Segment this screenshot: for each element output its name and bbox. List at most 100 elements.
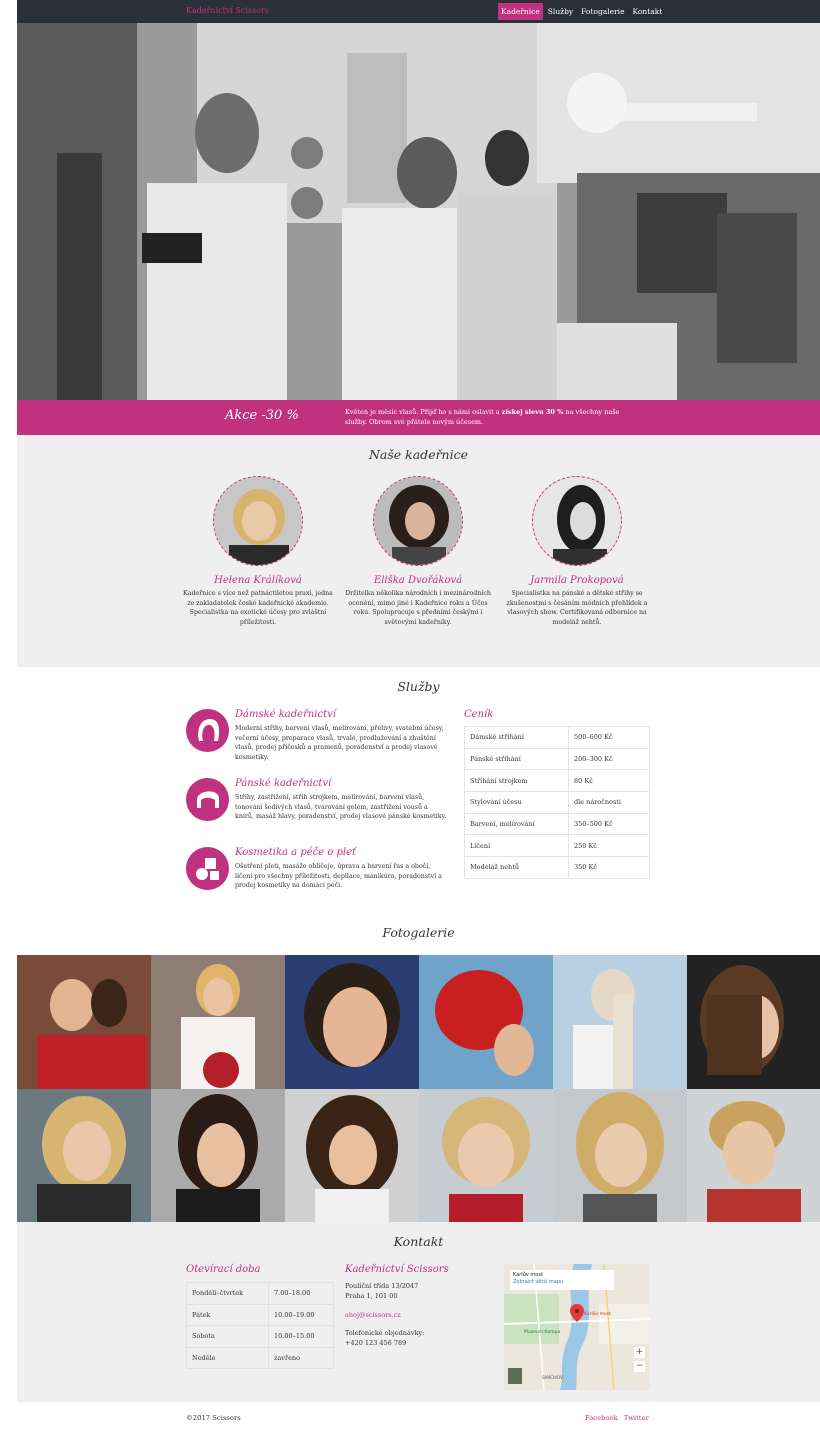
price-row: Líčení 250 Kč [464,834,650,858]
member-photo [373,476,463,566]
hours-row: Pondělí–čtvrtek 7.00–18.00 [186,1282,334,1305]
team-member: Jarmila Prokopová Specialistka na pánské… [502,476,652,627]
gallery-photo[interactable] [17,1089,151,1223]
price-service: Líčení [464,834,569,858]
man-hair-icon [186,778,229,821]
price-service: Modeláž nehtů [464,856,569,879]
team-member: Helena Králíková Kadeřnice s více než pa… [183,476,333,627]
page: Kadeřnictví Scissors Kadeřnice Služby Fo… [17,0,820,1440]
map-label-kampa: Muzeum Kampa [524,1330,561,1335]
gallery-photo[interactable] [687,1089,820,1223]
gallery-photo[interactable] [553,1089,687,1223]
hours-time: zavřeno [268,1346,334,1370]
brand-logo[interactable]: Kadeřnictví Scissors [186,6,269,15]
service-item: Dámské kadeřnictví Moderní střihy, barve… [186,709,448,769]
hours-day: Neděle [186,1346,269,1370]
cosmetics-icon [186,847,229,890]
nav-link-fotogalerie[interactable]: Fotogalerie [578,3,627,20]
hours-day: Pondělí–čtvrtek [186,1282,269,1305]
price-value: 350 Kč [568,856,650,879]
company-name: Kadeřnictví Scissors [345,1264,449,1275]
price-service: Barvení, melírování [464,812,569,836]
member-description: Držitelka několika národních i mezinárod… [345,590,491,626]
footer: ©2017 Scissors Facebook Twitter [17,1402,820,1440]
gallery-photo[interactable] [419,1089,553,1223]
map-marker-label: Karlův most [584,1312,611,1317]
contact-section: Kontakt Otevírací doba Pondělí–čtvrtek 7.… [17,1222,820,1402]
hours-time: 7.00–18.00 [268,1282,334,1305]
twitter-link[interactable]: Twitter [624,1414,649,1422]
phone-number[interactable]: +420 123 456 789 [345,1339,406,1349]
social-links: Facebook Twitter [585,1414,649,1422]
address-street: Poulíční třída 13/2047 [345,1282,419,1290]
price-row: Modeláž nehtů 350 Kč [464,856,650,879]
price-value: 200–300 Kč [568,747,650,771]
price-service: Dámské stříhání [464,726,569,749]
gallery-title: Fotogalerie [382,925,455,940]
navbar: Kadeřnictví Scissors Kadeřnice Služby Fo… [17,0,820,23]
price-service: Stříhání strojkem [464,769,569,793]
gallery-photo[interactable] [285,955,419,1089]
team-member: Eliška Dvořáková Držitelka několika náro… [343,476,493,627]
service-item: Pánské kadeřnictví Střihy, zastřižení, s… [186,778,448,838]
price-row: Barvení, melírování 350–500 Kč [464,812,650,836]
service-description: Moderní střihy, barvení vlasů, melírován… [235,725,444,761]
nav-link-sluzby[interactable]: Služby [545,3,576,20]
price-value: 500–600 Kč [568,726,650,749]
opening-hours-table: Pondělí–čtvrtek 7.00–18.00 Pátek 10.00–19.0… [186,1282,334,1370]
team-title: Naše kadeřnice [368,447,469,462]
nav-links: Kadeřnice Služby Fotogalerie Kontakt [498,3,665,20]
promo-text: Květen je měsíc vlasů. Přijď ho s námi o… [345,407,635,427]
price-service: Stylování účesu [464,791,569,814]
gallery-photo[interactable] [17,955,151,1089]
member-name: Jarmila Prokopová [530,575,624,586]
map-zoom-in-button[interactable]: + [634,1347,645,1358]
email-link[interactable]: ahoj@scissors.cz [345,1311,401,1321]
services-title: Služby [397,679,440,694]
gallery-photo[interactable] [419,955,553,1089]
price-value: 250 Kč [568,834,650,858]
hours-time: 10.00–15.00 [268,1325,334,1348]
address-city: Praha 1, 101 00 [345,1292,398,1300]
gallery-photo[interactable] [151,1089,285,1223]
promo-title: Akce -30 % [225,408,299,423]
price-row: Pánské stříhání 200–300 Kč [464,747,650,771]
nav-link-kadernice[interactable]: Kadeřnice [498,3,543,20]
hours-row: Neděle zavřeno [186,1346,334,1370]
price-row: Stylování účesu dle náročnosti [464,791,650,814]
member-name: Helena Králíková [214,575,302,586]
price-value: 350–500 Kč [568,812,650,836]
opening-hours-title: Otevírací doba [186,1264,261,1275]
gallery-photo[interactable] [553,955,687,1089]
promo-text-start: Květen je měsíc vlasů. Přijď ho s námi o… [345,408,502,416]
nav-link-kontakt[interactable]: Kontakt [630,3,666,20]
hours-day: Pátek [186,1303,269,1327]
phone-label: Telefonické objednávky: [345,1329,425,1337]
price-row: Stříhání strojkem 80 Kč [464,769,650,793]
gallery-photo[interactable] [285,1089,419,1223]
map-label-smichov: SMÍCHOV [542,1376,564,1381]
photo-gallery [17,955,820,1222]
hero-image [17,23,820,400]
gallery-photo[interactable] [151,955,285,1089]
hours-row: Sobota 10.00–15.00 [186,1325,334,1348]
copyright-text: ©2017 Scissors [186,1414,241,1422]
promo-banner: Akce -30 % Květen je měsíc vlasů. Přijď … [17,400,820,435]
service-description: Ošetření pleti, masáže obličeje, úprava … [235,863,442,889]
price-value: 80 Kč [568,769,650,793]
team-section: Naše kadeřnice Helena Králíková Kadeřnic… [17,435,820,667]
price-table: Dámské stříhání 500–600 Kč Pánské stříhání… [464,726,650,879]
member-photo [213,476,303,566]
price-row: Dámské stříhání 500–600 Kč [464,726,650,749]
member-description: Specialistka na pánské a dětské střihy s… [506,590,648,626]
price-service: Pánské stříhání [464,747,569,771]
gallery-photo[interactable] [687,955,820,1089]
facebook-link[interactable]: Facebook [585,1414,618,1422]
service-title: Kosmetika a péče o pleť [235,847,357,858]
map-zoom-out-button[interactable]: − [634,1361,645,1372]
hours-day: Sobota [186,1325,269,1348]
map-larger-link[interactable]: Zobrazit větší mapu [513,1279,611,1286]
map-embed[interactable]: Karlův most Zobrazit větší mapu Karlův m… [504,1264,650,1390]
price-list-title: Ceník [464,709,494,720]
promo-text-bold: získej slevu 30 % [501,408,564,416]
